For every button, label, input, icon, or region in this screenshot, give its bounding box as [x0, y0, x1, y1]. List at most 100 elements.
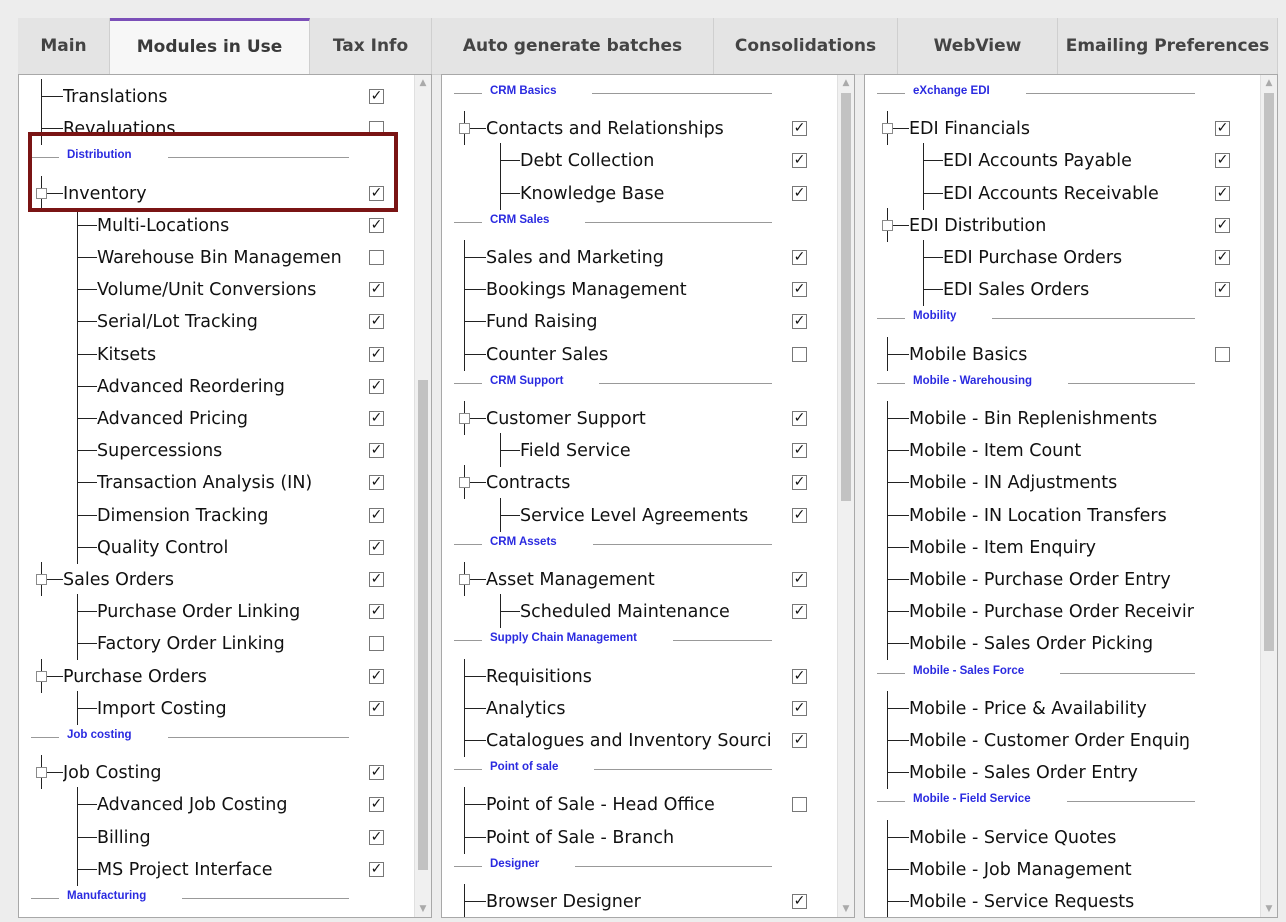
tree-item[interactable]: Transaction Analysis (IN) [19, 465, 415, 500]
checkbox-checked[interactable] [369, 378, 384, 394]
tree-expand-icon[interactable] [882, 123, 893, 135]
checkbox-checked[interactable] [369, 346, 384, 362]
tree-item[interactable]: Serial/Lot Tracking [19, 304, 415, 339]
tree-item[interactable]: Requisitions [442, 658, 838, 693]
checkbox-checked[interactable] [369, 411, 384, 426]
tab-consolidations[interactable]: Consolidations [714, 18, 898, 74]
tree-expand-icon[interactable] [36, 767, 47, 779]
checkbox-checked[interactable] [792, 604, 807, 620]
checkbox-checked[interactable] [369, 700, 384, 716]
scroll-up-arrow-icon[interactable]: ▲ [838, 75, 854, 91]
tree-expand-icon[interactable] [459, 123, 470, 135]
scroll-down-arrow-icon[interactable]: ▼ [415, 901, 431, 917]
checkbox-checked[interactable] [1215, 282, 1230, 298]
scroll-down-arrow-icon[interactable]: ▼ [1261, 901, 1277, 917]
tab-main[interactable]: Main [18, 18, 110, 74]
checkbox-checked[interactable] [369, 797, 384, 813]
checkbox-checked[interactable] [369, 314, 384, 330]
tree-item[interactable]: Inventory [19, 175, 415, 210]
tree-item[interactable]: Billing [19, 819, 415, 854]
tree-item[interactable]: Customer Support [442, 401, 838, 435]
scrollbar-thumb[interactable] [418, 380, 428, 870]
scroll-up-arrow-icon[interactable]: ▲ [1261, 75, 1277, 91]
checkbox-checked[interactable] [792, 443, 807, 459]
tree-item[interactable]: Mobile - Customer Order Enquiŋ [865, 723, 1261, 757]
tree-item[interactable]: Field Service [442, 433, 838, 468]
tab-webview[interactable]: WebView [898, 18, 1058, 74]
tree-item[interactable]: Mobile - Service Quotes [865, 819, 1261, 854]
checkbox-checked[interactable] [369, 861, 384, 877]
scroll-up-arrow-icon[interactable]: ▲ [415, 75, 431, 91]
tab-tax-info[interactable]: Tax Info [310, 18, 432, 74]
checkbox-checked[interactable] [369, 668, 384, 684]
tree-item[interactable]: Purchase Orders [19, 658, 415, 693]
checkbox-unchecked[interactable] [369, 121, 384, 137]
checkbox-unchecked[interactable] [369, 250, 384, 265]
checkbox-checked[interactable] [792, 314, 807, 330]
checkbox-checked[interactable] [1215, 153, 1230, 169]
tree-item[interactable]: Kitsets [19, 336, 415, 371]
checkbox-checked[interactable] [792, 250, 807, 265]
tree-expand-icon[interactable] [882, 219, 893, 231]
checkbox-checked[interactable] [369, 282, 384, 298]
checkbox-unchecked[interactable] [1215, 346, 1230, 362]
tree-item[interactable]: Mobile - Item Enquiry [865, 529, 1261, 564]
tree-item[interactable]: Mobile - Bin Replenishments [865, 401, 1261, 435]
checkbox-checked[interactable] [792, 282, 807, 298]
checkbox-checked[interactable] [792, 894, 807, 909]
checkbox-checked[interactable] [792, 507, 807, 523]
tree-item[interactable]: Contracts [442, 465, 838, 500]
tree-item[interactable]: EDI Accounts Payable [865, 143, 1261, 178]
tree-item[interactable]: Counter Sales [442, 336, 838, 371]
tree-item[interactable]: Mobile - Sales Order Entry [865, 755, 1261, 790]
tree-item[interactable]: Advanced Job Costing [19, 787, 415, 822]
tree-expand-icon[interactable] [36, 670, 47, 682]
tree-item[interactable]: Mobile - Sales Order Picking [865, 626, 1261, 661]
checkbox-checked[interactable] [369, 539, 384, 555]
tree-item[interactable]: Contacts and Relationships [442, 111, 838, 146]
tree-item[interactable]: Service Level Agreements [442, 497, 838, 532]
scrollbar-thumb[interactable] [841, 93, 851, 501]
checkbox-unchecked[interactable] [792, 797, 807, 813]
checkbox-checked[interactable] [369, 507, 384, 523]
tab-auto-generate-batches[interactable]: Auto generate batches [432, 18, 714, 74]
checkbox-checked[interactable] [369, 443, 384, 459]
tree-item[interactable]: Point of Sale - Head Office [442, 787, 838, 822]
checkbox-checked[interactable] [369, 829, 384, 845]
tree-item[interactable]: EDI Purchase Orders [865, 240, 1261, 274]
tree-item[interactable]: Quality Control [19, 529, 415, 564]
vertical-scrollbar[interactable]: ▲ ▼ [837, 75, 854, 917]
tree-item[interactable]: Factory Order Linking [19, 626, 415, 661]
tree-item[interactable]: EDI Financials [865, 111, 1261, 146]
tree-item[interactable]: Import Costing [19, 690, 415, 725]
scrollbar-thumb[interactable] [1264, 93, 1274, 651]
tree-item[interactable]: Point of Sale - Branch [442, 819, 838, 854]
tree-item[interactable]: Mobile - Purchase Order Entry [865, 562, 1261, 596]
tree-item[interactable]: Fund Raising [442, 304, 838, 339]
tree-item[interactable]: Scheduled Maintenance [442, 594, 838, 629]
tree-item[interactable]: Job Costing [19, 755, 415, 790]
tree-item[interactable]: Mobile - Job Management [865, 851, 1261, 886]
tree-item[interactable]: Mobile - IN Adjustments [865, 465, 1261, 500]
tree-item[interactable]: Analytics [442, 690, 838, 725]
checkbox-unchecked[interactable] [369, 636, 384, 652]
checkbox-checked[interactable] [1215, 185, 1230, 201]
tree-item[interactable]: Knowledge Base [442, 175, 838, 210]
tree-item[interactable]: Mobile - Purchase Order Receivir [865, 594, 1261, 629]
tree-item[interactable]: MS Project Interface [19, 851, 415, 886]
tree-item[interactable]: EDI Sales Orders [865, 272, 1261, 307]
checkbox-checked[interactable] [792, 700, 807, 716]
vertical-scrollbar[interactable]: ▲ ▼ [1260, 75, 1277, 917]
tree-item[interactable]: Multi-Locations [19, 207, 415, 242]
tree-expand-icon[interactable] [459, 477, 470, 489]
tree-item[interactable]: Catalogues and Inventory Sourci [442, 723, 838, 757]
tree-item[interactable]: Advanced Pricing [19, 401, 415, 435]
tree-item[interactable]: Translations [19, 79, 415, 113]
tab-modules-in-use[interactable]: Modules in Use [110, 18, 310, 76]
tree-item[interactable]: Purchase Order Linking [19, 594, 415, 629]
checkbox-checked[interactable] [369, 572, 384, 587]
tree-item[interactable]: Mobile - Item Count [865, 433, 1261, 468]
checkbox-checked[interactable] [792, 153, 807, 169]
tree-item[interactable]: Supercessions [19, 433, 415, 468]
tree-item[interactable]: Mobile - IN Location Transfers [865, 497, 1261, 532]
